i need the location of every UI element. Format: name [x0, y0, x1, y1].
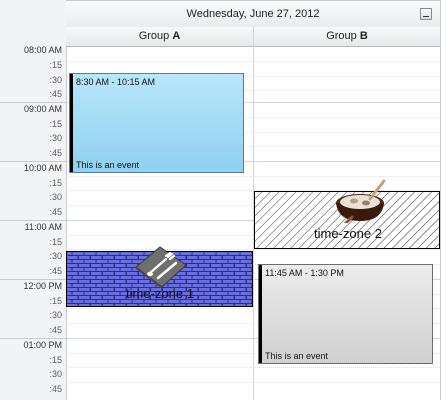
time-label: :15 — [49, 237, 62, 247]
time-label: :30 — [49, 192, 62, 202]
time-label: :15 — [49, 178, 62, 188]
minimize-icon — [423, 16, 429, 17]
hour-divider — [0, 102, 66, 103]
time-label: :30 — [49, 251, 62, 261]
time-label: :15 — [49, 119, 62, 129]
fork-knife-icon — [135, 246, 187, 289]
group-label: Group — [326, 30, 360, 42]
date-title: Wednesday, June 27, 2012 — [186, 8, 320, 20]
time-label: :45 — [49, 266, 62, 276]
time-zone-label: time-zone 2 — [314, 226, 382, 241]
date-header: Wednesday, June 27, 2012 — [66, 0, 440, 28]
time-label: :30 — [49, 75, 62, 85]
time-label: :15 — [49, 60, 62, 70]
event-time: 8:30 AM - 10:15 AM — [76, 77, 156, 87]
hour-divider — [0, 161, 66, 162]
time-label: :30 — [49, 310, 62, 320]
time-label: 08:00 AM — [23, 45, 62, 55]
time-ruler: 08:00 AM :15 :30 :45 09:00 AM :15 :30 :4… — [0, 0, 67, 400]
time-label: :45 — [49, 384, 62, 394]
event-a[interactable]: 8:30 AM - 10:15 AM This is an event — [69, 73, 244, 173]
group-label: Group — [138, 30, 173, 42]
time-label: 01:00 PM — [23, 340, 62, 350]
event-time: 11:45 AM - 1:30 PM — [265, 268, 344, 278]
right-border — [440, 0, 446, 400]
event-subject: This is an event — [265, 351, 329, 361]
time-label: 11:00 AM — [24, 222, 62, 232]
group-letter: A — [172, 30, 181, 42]
collapse-button[interactable] — [420, 8, 432, 20]
group-header-a[interactable]: Group A — [66, 27, 253, 47]
group-letter: B — [359, 30, 368, 42]
hour-divider — [0, 279, 66, 280]
time-zone-2[interactable]: time-zone 2 — [254, 179, 440, 249]
event-status-bar — [259, 265, 262, 363]
time-label: :30 — [49, 133, 62, 143]
time-label: :45 — [49, 89, 62, 99]
time-label: :45 — [49, 325, 62, 335]
time-zone-label: time-zone 1 — [126, 286, 194, 301]
time-label: 09:00 AM — [23, 104, 62, 114]
time-label: :45 — [49, 148, 62, 158]
time-label: 10:00 AM — [23, 163, 62, 173]
time-zone-1[interactable]: time-zone 1 — [66, 246, 253, 307]
time-label: :15 — [49, 355, 62, 365]
time-label: :30 — [49, 369, 62, 379]
event-subject: This is an event — [76, 160, 140, 170]
hour-divider — [0, 220, 66, 221]
time-label: :45 — [49, 207, 62, 217]
time-label: :15 — [49, 296, 62, 306]
group-header-b[interactable]: Group B — [254, 27, 440, 47]
hour-divider — [0, 338, 66, 339]
time-label: 12:00 PM — [23, 281, 62, 291]
event-status-bar — [70, 74, 73, 172]
event-b[interactable]: 11:45 AM - 1:30 PM This is an event — [258, 264, 433, 364]
cooking-pot-icon — [336, 179, 386, 223]
